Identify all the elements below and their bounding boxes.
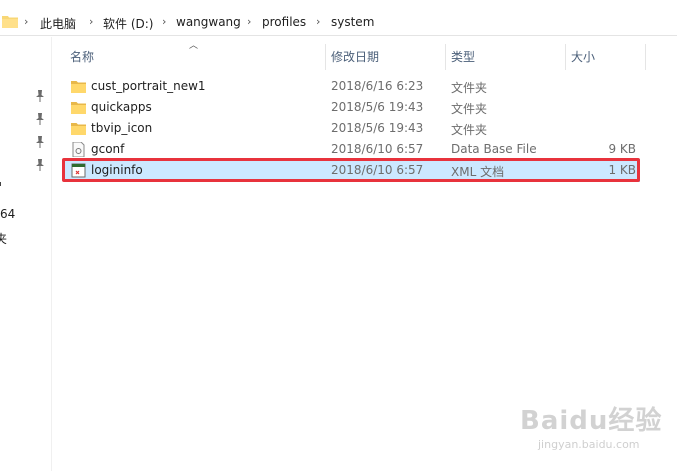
breadcrumb-item-wangwang[interactable]: wangwang [176,15,241,29]
breadcrumb-item-this-pc[interactable]: 此电脑 [40,15,76,32]
baidu-watermark: Baidu经验 jingyan.baidu.com [520,400,670,462]
breadcrumb-separator[interactable]: › [89,15,93,28]
highlight-annotation-box [62,158,640,182]
column-divider[interactable] [645,44,646,70]
breadcrumb-item-profiles[interactable]: profiles [262,15,306,29]
file-name: quickapps [91,100,152,114]
column-header-date[interactable]: 修改日期 [331,46,441,68]
column-divider[interactable] [325,44,326,70]
nav-item-label[interactable]: 夹 [0,230,7,247]
file-row[interactable]: quickapps 2018/5/6 19:43 文件夹 [65,97,639,118]
file-name: cust_portrait_new1 [91,79,206,93]
column-divider[interactable] [565,44,566,70]
folder-icon [2,16,18,28]
column-header-type[interactable]: 类型 [451,46,561,68]
file-date: 2018/6/16 6:23 [331,79,424,93]
file-date: 2018/6/10 6:57 [331,142,424,156]
navigation-pane[interactable]: 64 夹 [0,37,52,471]
column-header-name[interactable]: 名称 [70,46,320,68]
breadcrumb-item-system[interactable]: system [331,15,374,29]
file-type: 文件夹 [451,123,488,137]
pin-icon[interactable] [35,90,45,102]
nav-item-fragment[interactable] [0,182,1,186]
folder-icon [71,81,86,93]
pin-icon[interactable] [35,159,45,171]
file-date: 2018/5/6 19:43 [331,100,424,114]
breadcrumb-separator[interactable]: › [247,15,251,28]
breadcrumb-separator[interactable]: › [162,15,166,28]
file-date: 2018/5/6 19:43 [331,121,424,135]
file-icon [72,142,85,157]
file-row[interactable]: gconf 2018/6/10 6:57 Data Base File 9 KB [65,139,639,160]
breadcrumb-separator[interactable]: › [316,15,320,28]
watermark-url: jingyan.baidu.com [538,438,640,451]
address-bar[interactable]: › 此电脑 › 软件 (D:) › wangwang › profiles › … [0,10,677,36]
column-divider[interactable] [445,44,446,70]
nav-item-label[interactable]: 64 [0,207,15,221]
watermark-logo-text: Baidu经验 [520,406,663,436]
pin-icon[interactable] [35,136,45,148]
folder-icon [71,123,86,135]
file-type: Data Base File [451,142,537,156]
breadcrumb-item-drive-d[interactable]: 软件 (D:) [103,15,153,32]
file-size: 9 KB [608,142,636,156]
file-row[interactable]: cust_portrait_new1 2018/6/16 6:23 文件夹 [65,76,639,97]
folder-icon [71,102,86,114]
file-name: gconf [91,142,125,156]
pin-icon[interactable] [35,113,45,125]
file-name: tbvip_icon [91,121,153,135]
file-row[interactable]: tbvip_icon 2018/5/6 19:43 文件夹 [65,118,639,139]
breadcrumb-separator[interactable]: › [24,15,28,28]
file-type: 文件夹 [451,81,488,95]
file-type: 文件夹 [451,102,488,116]
column-header-size[interactable]: 大小 [571,46,641,68]
